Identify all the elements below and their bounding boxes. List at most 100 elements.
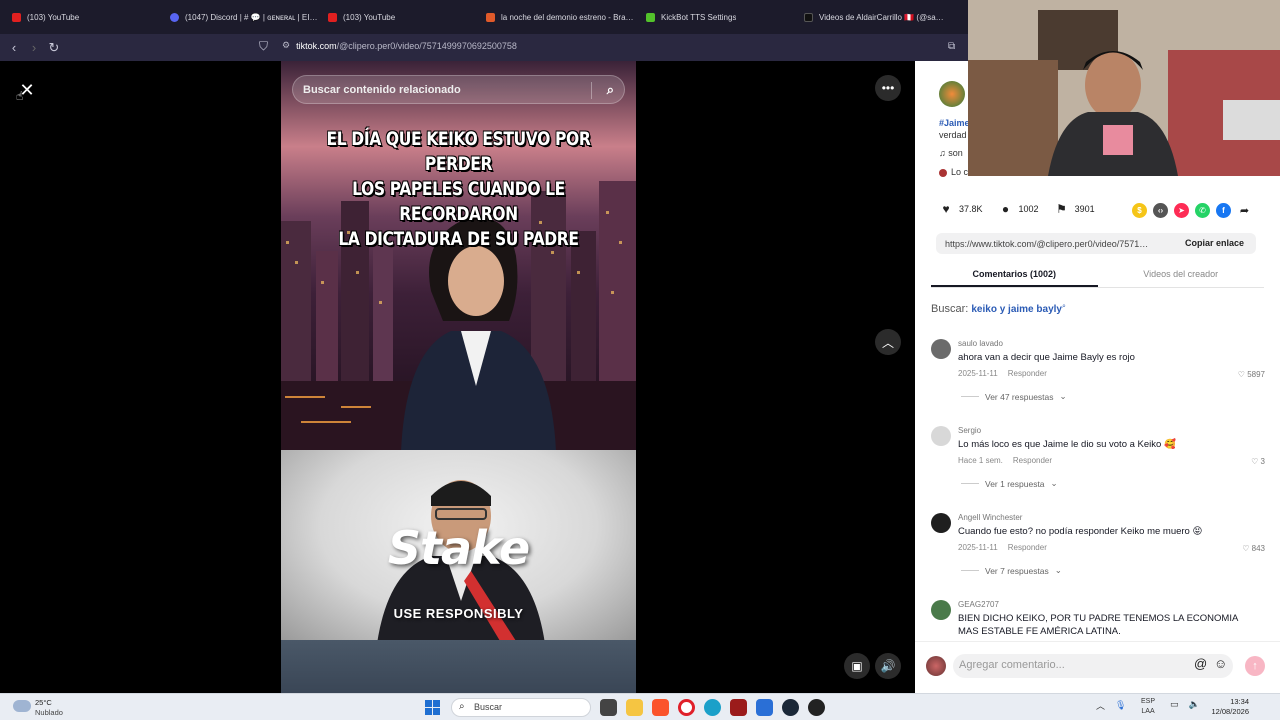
youtube-icon — [12, 12, 21, 22]
send-comment-button[interactable]: ↑ — [1245, 656, 1265, 676]
taskbar-search[interactable]: ⌕ Buscar — [451, 698, 591, 717]
brave-icon[interactable] — [652, 699, 669, 716]
view-replies-button[interactable]: Ver 47 respuestas ⌄ — [961, 391, 1067, 402]
pip-icon[interactable]: ▣ — [844, 653, 870, 679]
emoji-icon[interactable]: ☺ — [1214, 656, 1227, 671]
previous-video-icon[interactable]: ︿ — [875, 329, 901, 355]
browser-tab[interactable]: (103) YouTube — [320, 0, 478, 34]
avatar[interactable] — [931, 426, 951, 446]
task-view-icon[interactable] — [600, 699, 617, 716]
forward-icon[interactable]: › — [24, 38, 44, 58]
video-link-text: https://www.tiktok.com/@clipero.per0/vid… — [945, 238, 1149, 249]
browser-tab[interactable]: la noche del demonio estreno - Bra… — [478, 0, 638, 34]
like-button[interactable]: ♥ 37.8K — [939, 202, 982, 216]
tiktok-icon — [804, 12, 813, 22]
comment-item: saulo lavado ahora van a decir que Jaime… — [931, 339, 1265, 409]
translate-icon[interactable]: ⧉ — [948, 41, 955, 52]
avatar[interactable] — [931, 600, 951, 620]
video-player[interactable]: Buscar contenido relacionado ⌕ EL DÍA QU… — [281, 61, 636, 693]
search-keyword-link[interactable]: keiko y jaime bayly — [971, 304, 1062, 315]
search-icon[interactable]: ⌕ — [607, 82, 614, 98]
reply-button[interactable]: Responder — [1008, 369, 1047, 378]
related-search-input[interactable]: Buscar contenido relacionado ⌕ — [292, 75, 625, 104]
file-explorer-icon[interactable] — [626, 699, 643, 716]
coin-share-icon[interactable]: $ — [1132, 203, 1147, 218]
url-field[interactable]: ⚙ tiktok.com/@clipero.per0/video/7571499… — [282, 40, 517, 51]
comment-input[interactable]: Agregar comentario... — [953, 654, 1233, 678]
more-options-icon[interactable]: ••• — [875, 75, 901, 101]
avatar[interactable] — [931, 339, 951, 359]
opera-icon[interactable] — [678, 699, 695, 716]
browser-tab[interactable]: (1047) Discord | # 💬 | ɢᴇɴᴇʀᴀʟ | EISU… — [162, 0, 320, 34]
browser-tab[interactable]: KickBot TTS Settings — [638, 0, 796, 34]
save-button[interactable]: ⚑ 3901 — [1055, 202, 1094, 216]
edge-icon[interactable] — [704, 699, 721, 716]
author-avatar[interactable] — [939, 81, 965, 107]
replies-divider — [961, 396, 979, 397]
avatar[interactable] — [931, 513, 951, 533]
lang-layout: LAA — [1141, 708, 1155, 715]
comment-username[interactable]: Sergio — [958, 426, 981, 435]
weather-condition[interactable]: Nublado — [35, 708, 63, 717]
panel-tabs: Comentarios (1002) Videos del creador — [931, 261, 1264, 288]
steam-icon[interactable] — [782, 699, 799, 716]
bookmark-icon[interactable]: ⛉ — [259, 39, 268, 54]
mention-icon[interactable]: @ — [1194, 656, 1207, 671]
windows-start-icon[interactable] — [425, 700, 440, 715]
weather-temperature[interactable]: 25°C — [35, 698, 52, 707]
view-replies-button[interactable]: Ver 1 respuesta ⌄ — [961, 478, 1058, 489]
microphone-icon[interactable]: 🎙 — [1115, 700, 1126, 711]
comment-date: Hace 1 sem. — [958, 456, 1003, 465]
store-icon[interactable] — [756, 699, 773, 716]
comment-button[interactable]: ● 1002 — [999, 202, 1039, 216]
heart-outline-icon: ♡ — [1251, 457, 1259, 466]
view-replies-button[interactable]: Ver 7 respuestas ⌄ — [961, 565, 1062, 576]
heart-outline-icon: ♡ — [1242, 544, 1250, 553]
obs-icon[interactable] — [808, 699, 825, 716]
heart-icon: ♥ — [942, 202, 950, 216]
language-indicator[interactable]: ESP LAA — [1141, 697, 1155, 717]
effect-link[interactable]: Lo c — [939, 167, 968, 177]
comment-like-count: 843 — [1251, 544, 1265, 553]
browser-tab[interactable]: Videos de AldairCarrillo 🇵🇪 (@sa… — [796, 0, 954, 34]
tab-creator-videos[interactable]: Videos del creador — [1098, 261, 1265, 287]
facebook-icon[interactable]: f — [1216, 203, 1231, 218]
back-icon[interactable]: ‹ — [4, 38, 24, 58]
copy-link-button[interactable]: Copiar enlace — [1185, 238, 1244, 248]
speaker-icon[interactable]: 🔈 — [1189, 699, 1200, 710]
browser-tab[interactable]: (103) YouTube — [4, 0, 162, 34]
comment-like-button[interactable]: ♡ 5897 — [1238, 370, 1265, 379]
reload-icon[interactable]: ↻ — [44, 38, 64, 58]
avatar — [926, 656, 946, 676]
description-hashtag[interactable]: #Jaime — [939, 118, 970, 128]
video-scene-blurred — [281, 640, 636, 693]
embed-icon[interactable]: ‹› — [1153, 203, 1168, 218]
reply-button[interactable]: Responder — [1013, 456, 1052, 465]
caption-line: EL DÍA QUE KEIKO ESTUVO POR PERDER — [326, 128, 591, 175]
share-arrow-icon[interactable]: ➦ — [1237, 203, 1252, 218]
chevron-down-icon: ⌄ — [1050, 478, 1058, 488]
comment-username[interactable]: Angell Winchester — [958, 513, 1022, 522]
cloud-icon[interactable] — [13, 700, 31, 712]
comment-username[interactable]: GEAG2707 — [958, 600, 999, 609]
network-icon[interactable]: ▭ — [1170, 699, 1179, 710]
volume-icon[interactable]: 🔊 — [875, 653, 901, 679]
site-info-icon[interactable]: ⚙ — [282, 40, 290, 51]
sound-link[interactable]: ♫ son — [939, 148, 963, 158]
video-link-field[interactable]: https://www.tiktok.com/@clipero.per0/vid… — [936, 233, 1256, 254]
chevron-up-icon[interactable]: ︿ — [1096, 699, 1105, 712]
dota-icon[interactable] — [730, 699, 747, 716]
effect-icon — [939, 168, 947, 177]
search-prefix: Buscar: — [931, 303, 969, 315]
url-path: /@clipero.per0/video/7571499970692500758 — [336, 40, 517, 51]
comment-like-button[interactable]: ♡ 843 — [1242, 544, 1265, 553]
clock[interactable]: 13:34 12/08/2026 — [1204, 697, 1249, 717]
tab-label: la noche del demonio estreno - Bra… — [501, 12, 634, 22]
reply-button[interactable]: Responder — [1008, 543, 1047, 552]
comment-like-button[interactable]: ♡ 3 — [1251, 457, 1265, 466]
whatsapp-icon[interactable]: ✆ — [1195, 203, 1210, 218]
send-icon[interactable]: ➤ — [1174, 203, 1189, 218]
tab-comments[interactable]: Comentarios (1002) — [931, 261, 1098, 287]
comment-search-suggestion: Buscar: keiko y jaime bayly⌕ — [931, 303, 1066, 315]
comment-username[interactable]: saulo lavado — [958, 339, 1003, 348]
